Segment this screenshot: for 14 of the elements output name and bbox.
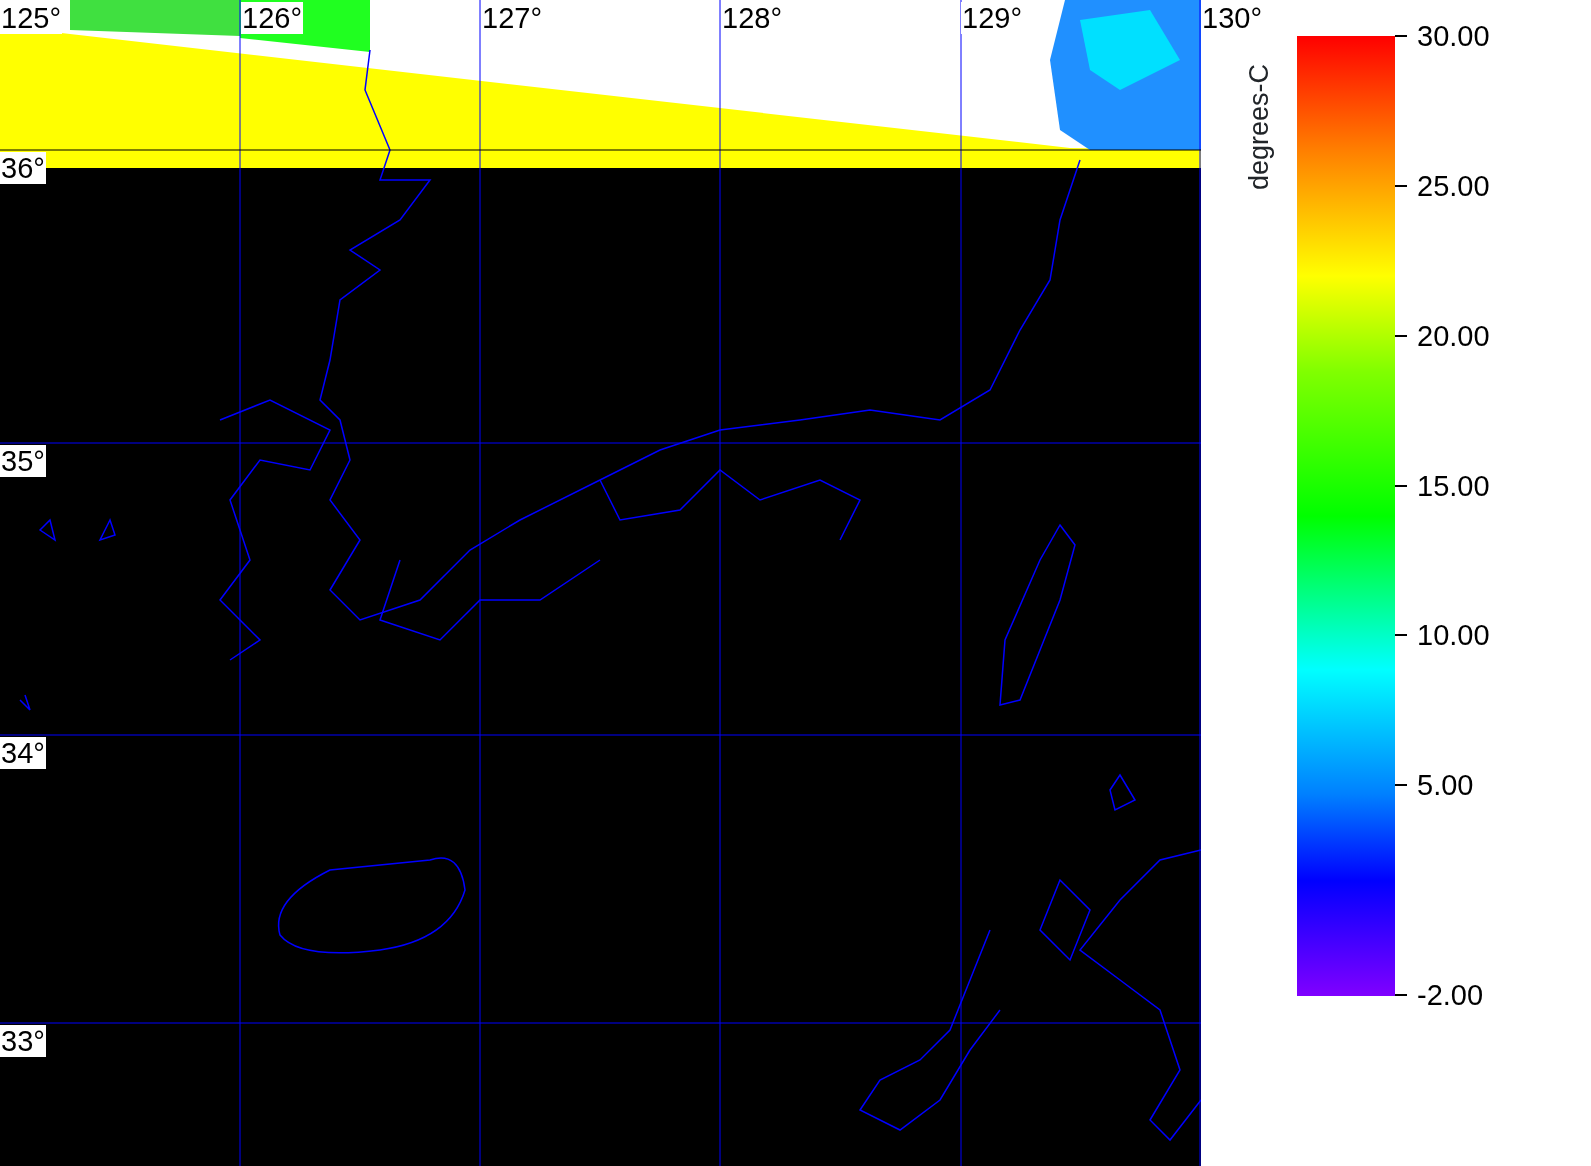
scale-tick-label: 20.00: [1417, 319, 1490, 352]
longitude-label: 129°: [961, 2, 1023, 34]
scale-tick-label: 30.00: [1417, 20, 1490, 52]
scale-tick-label: 25.00: [1417, 169, 1490, 202]
scale-tick-label: 15.00: [1417, 469, 1490, 502]
scale-tick-label: -2.00: [1417, 979, 1484, 1011]
longitude-label: 126°: [241, 2, 303, 34]
latitude-label: 33°: [0, 1025, 46, 1057]
latitude-label: 36°: [0, 152, 46, 184]
latitude-label: 35°: [0, 445, 46, 477]
latitude-label: 34°: [0, 737, 46, 769]
scale-tick-label: 5.00: [1417, 769, 1474, 802]
color-scale-title: degrees-C: [1243, 62, 1275, 190]
scale-tick-label: 10.00: [1417, 619, 1490, 652]
